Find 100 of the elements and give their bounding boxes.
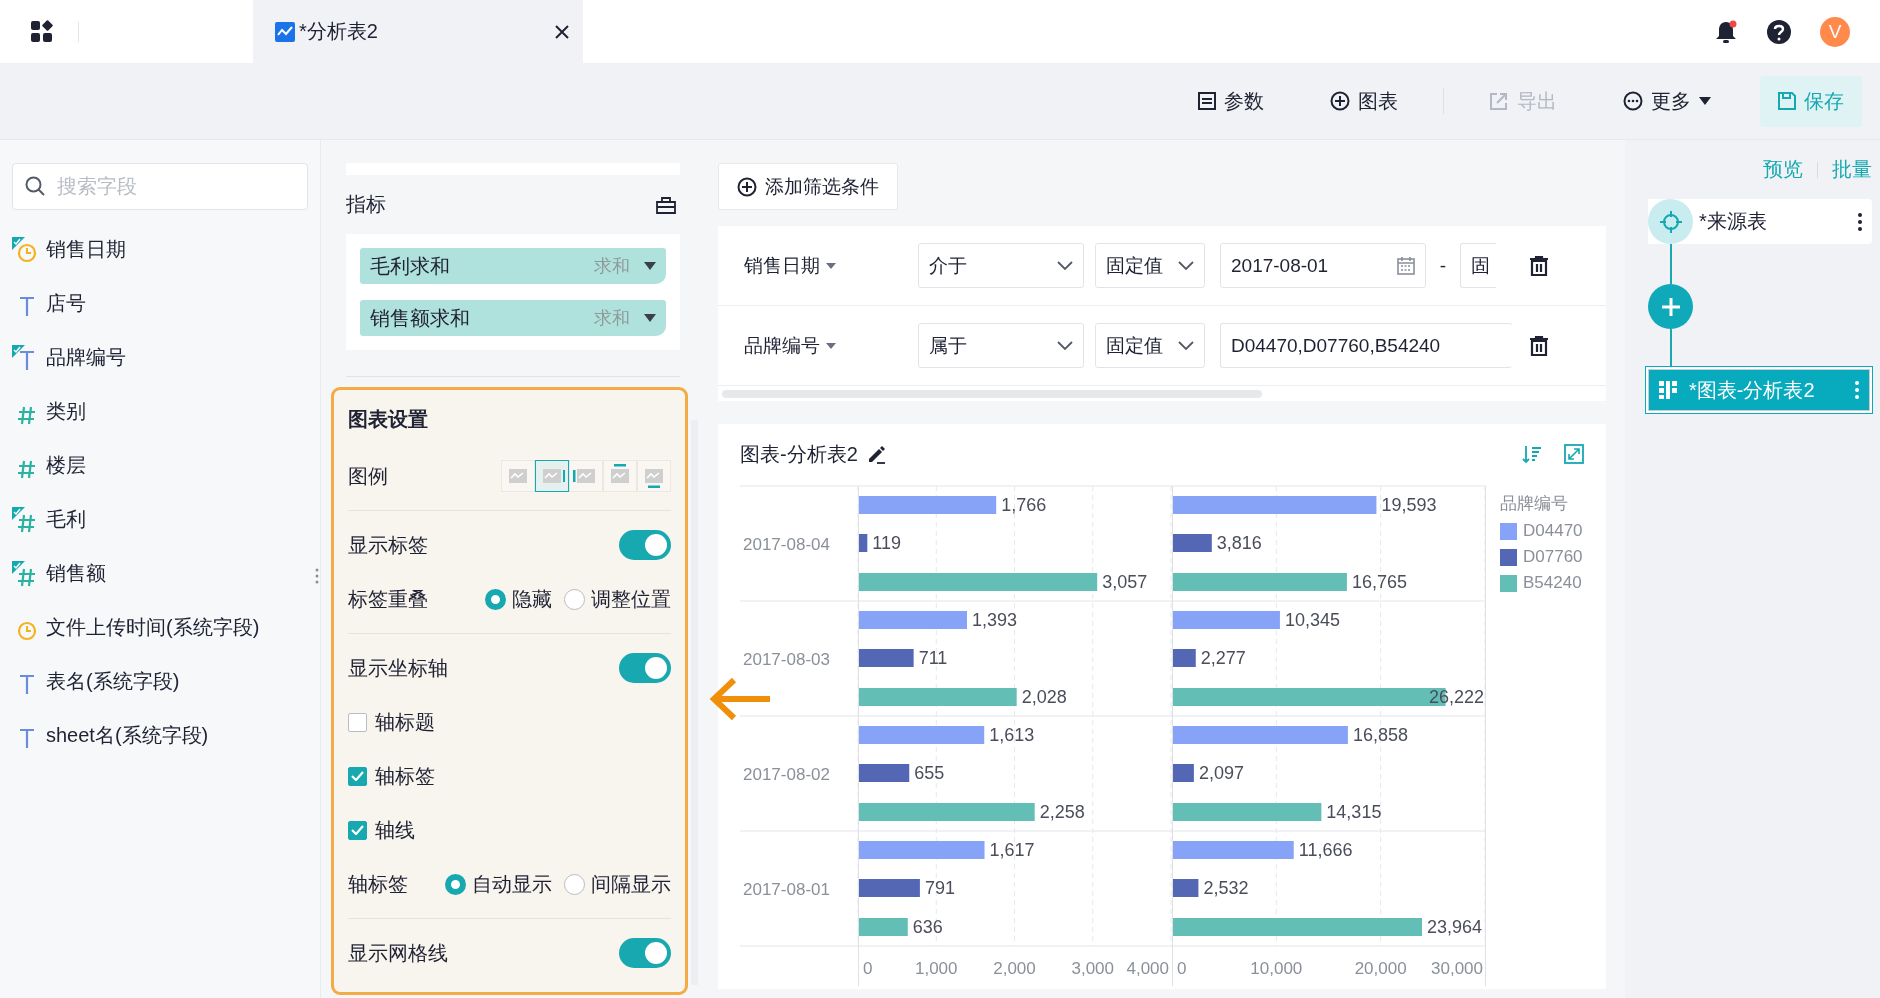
data-label: 2,532 (1203, 878, 1249, 898)
field-name[interactable]: 销售额 (46, 560, 106, 587)
chart-title: 图表-分析表2 (740, 441, 858, 467)
operator-select[interactable]: 介于 (918, 243, 1084, 288)
radio-label[interactable]: 间隔显示 (591, 870, 671, 898)
toggle-switch[interactable] (619, 530, 671, 560)
crosshair-icon (1659, 210, 1682, 233)
checkbox-label[interactable]: 轴标题 (375, 708, 435, 736)
drag-handle-icon[interactable] (315, 568, 319, 584)
bar[interactable] (1173, 649, 1196, 667)
caret-icon[interactable] (644, 314, 656, 322)
field-name[interactable]: 品牌编号 (46, 344, 126, 371)
checkbox-label[interactable]: 轴线 (375, 816, 415, 844)
data-label: 791 (924, 878, 955, 898)
panel-title: 图表设置 (348, 406, 429, 432)
add-node-button[interactable] (1648, 284, 1693, 329)
field-name[interactable]: 楼层 (46, 452, 86, 479)
scrollbar[interactable] (722, 389, 1262, 398)
setting-label: 标签重叠 (348, 586, 428, 612)
data-label: 2,097 (1198, 763, 1244, 783)
fullscreen-icon[interactable] (1564, 444, 1584, 464)
tab[interactable]: *分析表2 (253, 0, 583, 63)
radio-button[interactable] (445, 873, 466, 895)
checkbox-label[interactable]: 轴标签 (375, 762, 435, 790)
field-name[interactable]: 表名(系统字段) (46, 668, 180, 695)
data-label: 2,028 (1021, 687, 1067, 707)
filter-field-dropdown[interactable]: 销售日期 (744, 252, 918, 279)
add-circle-icon (1330, 91, 1350, 111)
operator-select[interactable]: 属于 (918, 323, 1084, 368)
axis-label: 2017-08-04 (743, 534, 830, 554)
measure-chip[interactable]: 毛利求和 求和 (360, 248, 666, 284)
legend-position-button[interactable] (535, 460, 569, 492)
toggle-switch[interactable] (619, 938, 671, 968)
axis-label: 2,000 (993, 959, 1036, 978)
axis-label: 0 (863, 959, 873, 978)
delete-icon[interactable] (1530, 255, 1548, 276)
value-field[interactable]: D04470,D07760,B54240 (1220, 323, 1512, 368)
radio-label[interactable]: 自动显示 (472, 870, 552, 898)
more-vertical-icon[interactable] (1858, 212, 1862, 231)
caret-icon (826, 342, 836, 349)
axis-label: 1,000 (915, 959, 958, 978)
sort-icon[interactable] (1522, 444, 1542, 464)
bar[interactable] (1173, 534, 1212, 552)
bar[interactable] (1173, 879, 1199, 897)
close-icon[interactable] (555, 24, 569, 39)
bell-icon[interactable] (1714, 18, 1738, 45)
toolbar-button[interactable]: 更多 (1594, 77, 1740, 125)
bar[interactable] (859, 534, 868, 552)
toolbar-button[interactable]: 参数 (1169, 77, 1293, 125)
delete-icon[interactable] (1530, 335, 1548, 356)
value-type-select[interactable]: 固定值 (1095, 323, 1205, 368)
measure-chip[interactable]: 销售额求和 求和 (360, 300, 666, 336)
data-label: 711 (918, 648, 948, 668)
filter-field-dropdown[interactable]: 品牌编号 (744, 332, 918, 359)
data-label: 2,277 (1200, 648, 1246, 668)
radio-button[interactable] (485, 588, 506, 610)
field-name[interactable]: 文件上传时间(系统字段) (46, 614, 260, 641)
data-label: 19,593 (1381, 495, 1437, 515)
date-field[interactable]: 2017-08-01 (1220, 243, 1426, 288)
field-name[interactable]: sheet名(系统字段) (46, 722, 209, 749)
select-field[interactable]: 固 (1460, 243, 1496, 288)
caret-icon[interactable] (644, 262, 656, 270)
toolbar-button[interactable]: 图表 (1301, 77, 1427, 125)
field-name[interactable]: 销售日期 (46, 236, 126, 263)
radio-button[interactable] (564, 873, 585, 895)
setting-label: 显示标签 (348, 532, 428, 558)
data-label: 3,057 (1102, 572, 1148, 592)
checkbox[interactable] (348, 712, 367, 732)
flow-node[interactable]: *来源表 (1648, 199, 1872, 244)
checkbox[interactable] (348, 766, 367, 786)
radio-label[interactable]: 调整位置 (591, 585, 671, 613)
help-icon[interactable] (1766, 18, 1792, 45)
axis-label: 4,000 (1126, 959, 1169, 978)
axis-label: 3,000 (1071, 959, 1114, 978)
search-field[interactable]: 搜索字段 (12, 163, 308, 210)
line-chart-icon (275, 21, 295, 42)
caret-icon (1699, 97, 1711, 105)
radio-button[interactable] (564, 588, 585, 610)
section-title: 指标 (346, 192, 386, 217)
apps-icon[interactable] (30, 19, 54, 44)
field-name[interactable]: 类别 (46, 398, 86, 425)
value-type-select[interactable]: 固定值 (1095, 243, 1205, 288)
radio-label[interactable]: 隐藏 (512, 585, 552, 613)
save-icon (1778, 92, 1796, 110)
data-label: 119 (872, 533, 901, 553)
chevron-down-icon (1178, 340, 1194, 351)
data-label: 1,393 (972, 610, 1018, 630)
data-label: 636 (912, 917, 943, 937)
toolbox-icon[interactable] (656, 195, 676, 214)
add-filter-button[interactable]: 添加筛选条件 (718, 163, 898, 210)
field-name[interactable]: 店号 (46, 290, 86, 317)
axis-label: 30,000 (1431, 959, 1483, 978)
axis-label: 2017-08-02 (743, 764, 830, 784)
checkbox[interactable] (348, 820, 367, 840)
data-label: 10,345 (1284, 610, 1340, 630)
search-icon (25, 176, 45, 196)
axis-label: 10,000 (1250, 959, 1303, 978)
field-name[interactable]: 毛利 (46, 506, 86, 533)
data-label: 14,315 (1326, 802, 1382, 822)
toggle-switch[interactable] (619, 653, 671, 683)
